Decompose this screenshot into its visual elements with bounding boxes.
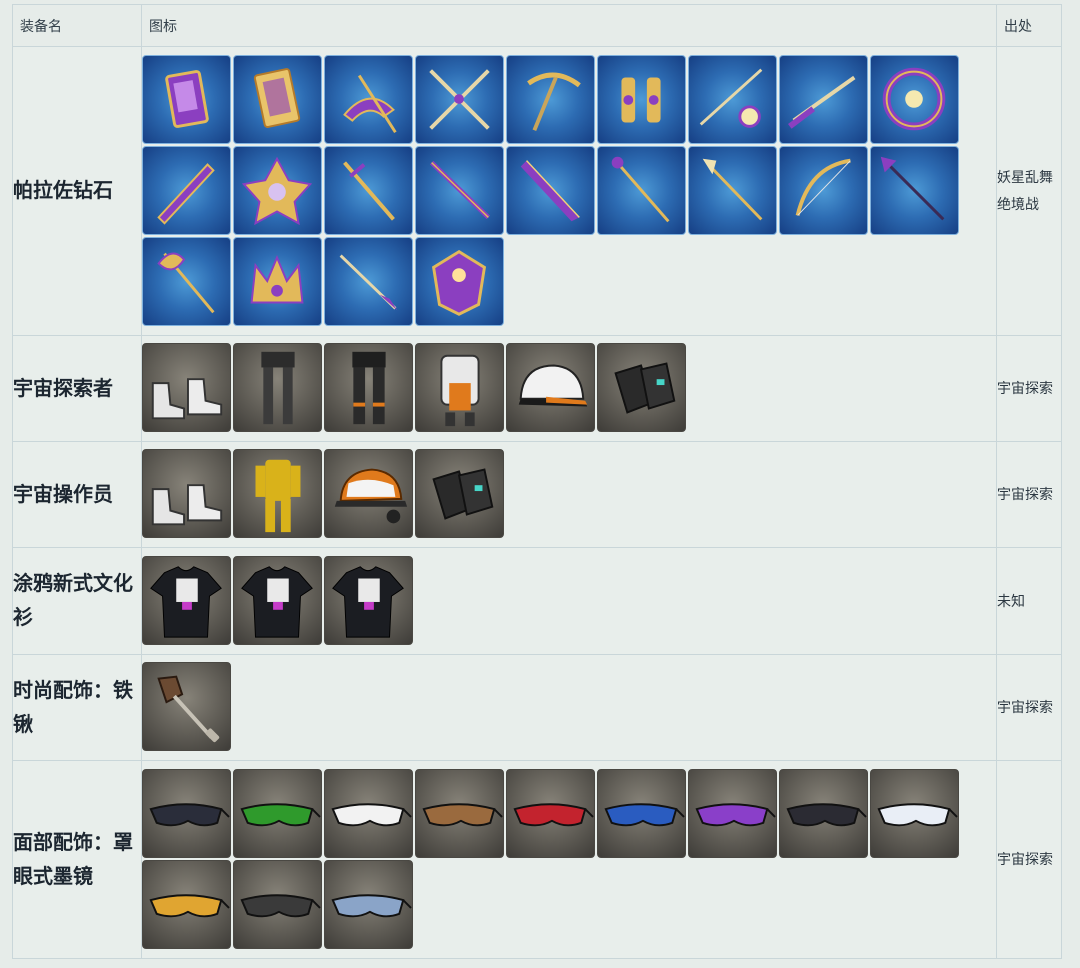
- staff-icon: [597, 145, 686, 235]
- sunglasses-icon: [415, 768, 504, 858]
- twin-blades-icon: [415, 54, 504, 144]
- pants-icon: [324, 343, 413, 432]
- sunglasses-icon: [688, 768, 777, 858]
- equipment-name: 宇宙探索者: [12, 335, 142, 442]
- icon-grid: [142, 449, 970, 540]
- tome-icon: [233, 54, 322, 144]
- book-icon: [142, 54, 231, 144]
- sunglasses-icon: [142, 768, 231, 858]
- table-row: 宇宙探索者 宇宙探索: [12, 335, 1062, 442]
- icon-grid: [142, 768, 970, 951]
- equipment-name: 时尚配饰：铁锹: [12, 654, 142, 761]
- shovel-icon: [142, 662, 231, 751]
- equipment-source: 宇宙探索: [996, 760, 1062, 959]
- sunglasses-icon: [233, 859, 322, 949]
- star-shield-icon: [233, 145, 322, 235]
- icon-cell: [141, 441, 997, 548]
- equipment-source: 妖星乱舞绝境战: [996, 46, 1062, 336]
- sunglasses-icon: [324, 859, 413, 949]
- crystal-shield-icon: [415, 236, 504, 326]
- tshirt-icon: [324, 555, 413, 645]
- equipment-name: 宇宙操作员: [12, 441, 142, 548]
- scepter-icon: [688, 145, 777, 235]
- header-icon: 图标: [141, 4, 997, 47]
- table-row: 涂鸦新式文化衫 未知: [12, 547, 1062, 655]
- header-source: 出处: [996, 4, 1062, 47]
- claws-icon: [597, 54, 686, 144]
- greatsword-icon: [142, 145, 231, 235]
- table-row: 时尚配饰：铁锹 宇宙探索: [12, 654, 1062, 761]
- icon-cell: [141, 547, 997, 655]
- equipment-source: 宇宙探索: [996, 335, 1062, 442]
- gloves-icon: [415, 449, 504, 538]
- headset-cap-icon: [324, 449, 413, 538]
- crown-icon: [233, 236, 322, 326]
- table-row: 宇宙操作员 宇宙探索: [12, 441, 1062, 548]
- body-armor-icon: [415, 343, 504, 432]
- icon-cell: [141, 46, 997, 336]
- icon-cell: [141, 335, 997, 442]
- sunglasses-icon: [779, 768, 868, 858]
- sunglasses-icon: [233, 768, 322, 858]
- scythe-blade-icon: [324, 54, 413, 144]
- katana-icon: [779, 54, 868, 144]
- equipment-source: 宇宙探索: [996, 654, 1062, 761]
- sword-icon: [324, 145, 413, 235]
- leggings-icon: [233, 343, 322, 432]
- equipment-name: 帕拉佐钻石: [12, 46, 142, 336]
- equipment-source: 宇宙探索: [996, 441, 1062, 548]
- equipment-name: 涂鸦新式文化衫: [12, 547, 142, 655]
- header-name: 装备名: [12, 4, 142, 47]
- gloves-icon: [597, 343, 686, 432]
- table-row: 面部配饰：罩眼式墨镜 宇宙探索: [12, 760, 1062, 959]
- tshirt-icon: [142, 555, 231, 645]
- pickaxe-icon: [506, 54, 595, 144]
- icon-grid: [142, 54, 970, 328]
- longsword-icon: [415, 145, 504, 235]
- dagger-icon: [324, 236, 413, 326]
- icon-cell: [141, 654, 997, 761]
- boots-icon: [142, 449, 231, 538]
- spear-icon: [870, 145, 959, 235]
- icon-grid: [142, 662, 970, 753]
- rapier-orb-icon: [688, 54, 777, 144]
- bow-icon: [779, 145, 868, 235]
- equipment-source: 未知: [996, 547, 1062, 655]
- boots-icon: [142, 343, 231, 432]
- table-row: 帕拉佐钻石 妖星乱舞绝境战: [12, 46, 1062, 336]
- sunglasses-icon: [324, 768, 413, 858]
- icon-grid: [142, 343, 970, 434]
- header-row: 装备名 图标 出处: [12, 4, 1062, 47]
- cap-icon: [506, 343, 595, 432]
- tshirt-icon: [233, 555, 322, 645]
- equipment-name: 面部配饰：罩眼式墨镜: [12, 760, 142, 959]
- icon-cell: [141, 760, 997, 959]
- jumpsuit-icon: [233, 449, 322, 538]
- flame-sword-icon: [506, 145, 595, 235]
- chakram-icon: [870, 54, 959, 144]
- equipment-table-container: 装备名 图标 出处 帕拉佐钻石 妖星乱舞绝境战 宇宙探索者 宇宙探索 宇宙操作员…: [12, 4, 1062, 959]
- sunglasses-icon: [597, 768, 686, 858]
- equipment-table: 装备名 图标 出处 帕拉佐钻石 妖星乱舞绝境战 宇宙探索者 宇宙探索 宇宙操作员…: [12, 4, 1062, 959]
- sunglasses-icon: [142, 859, 231, 949]
- battle-axe-icon: [142, 236, 231, 326]
- icon-grid: [142, 555, 970, 647]
- sunglasses-icon: [870, 768, 959, 858]
- sunglasses-icon: [506, 768, 595, 858]
